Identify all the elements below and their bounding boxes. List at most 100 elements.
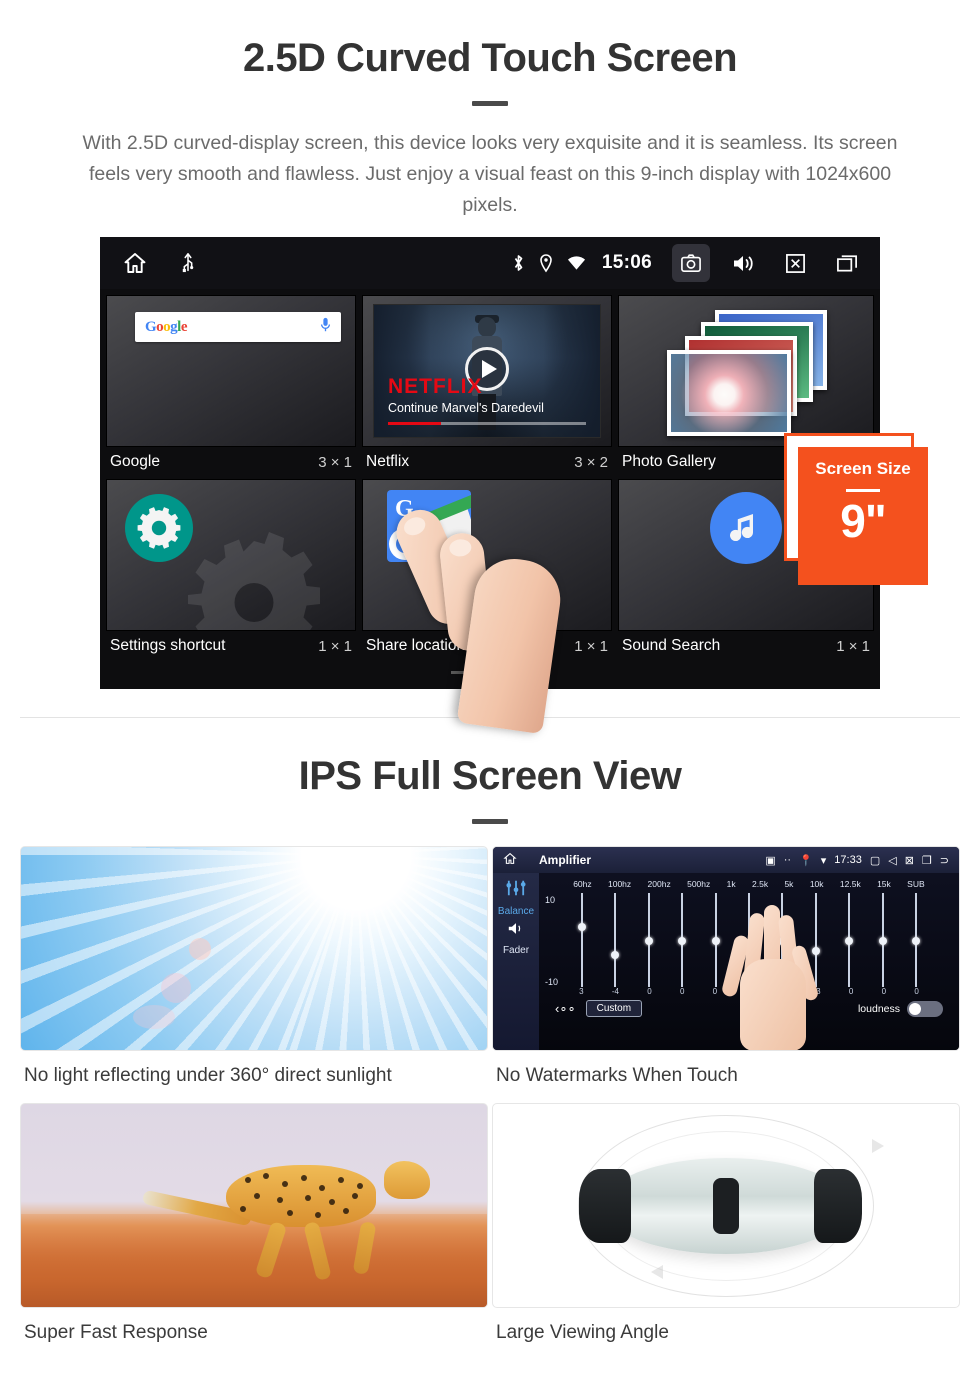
eq-slider[interactable] [878, 893, 887, 987]
camera-icon[interactable] [672, 244, 710, 282]
widget-label-row: Google 3 × 1 [106, 447, 356, 475]
google-search-bar[interactable]: Google [135, 312, 341, 342]
eq-slider[interactable] [845, 893, 854, 987]
balance-slider-icon[interactable] [505, 879, 527, 902]
page-indicator[interactable] [106, 663, 874, 674]
badge-underline [846, 489, 880, 492]
volume-icon[interactable] [724, 244, 762, 282]
volume-icon[interactable]: ◁ [888, 854, 896, 867]
lens-flare [188, 938, 211, 961]
google-maps-widget[interactable]: G [362, 479, 612, 631]
page-dot[interactable] [451, 671, 471, 674]
widget-label-row: Netflix 3 × 2 [362, 447, 612, 475]
equalizer-panel: 10 -10 60hz 100hz 200hz 500hz 1k 2.5k 5k… [539, 873, 959, 1050]
page-dot-active[interactable] [509, 671, 529, 674]
section-divider [20, 717, 960, 718]
widget-name: Sound Search [622, 637, 721, 654]
eq-slider[interactable] [644, 893, 653, 987]
section-two-underline [472, 819, 508, 824]
settings-gear-icon[interactable] [125, 494, 193, 562]
widget-name: Settings shortcut [110, 637, 226, 654]
netflix-subtitle: Continue Marvel's Daredevil [388, 401, 544, 415]
eq-slider[interactable] [577, 893, 586, 987]
rotation-arrow [872, 1138, 885, 1153]
person-avatar-icon [389, 528, 421, 560]
feature-caption: Super Fast Response [24, 1322, 208, 1343]
home-icon[interactable] [122, 251, 148, 275]
fader-label[interactable]: Fader [503, 945, 529, 956]
settings-gear-widget[interactable] [106, 479, 356, 631]
maps-icon[interactable]: G [387, 490, 471, 562]
eq-slider[interactable] [912, 893, 921, 987]
widget-name: Google [110, 453, 160, 470]
feature-caption: No light reflecting under 360° direct su… [24, 1065, 392, 1086]
widget-netflix[interactable]: NETFLIX Continue Marvel's Daredevil Netf… [362, 295, 612, 475]
camera-icon[interactable]: ▢ [870, 854, 880, 867]
widget-settings-shortcut[interactable]: Settings shortcut 1 × 1 [106, 479, 356, 659]
google-search-widget[interactable]: Google [106, 295, 356, 447]
eq-slider[interactable] [744, 893, 753, 987]
widget-size: 1 × 1 [836, 637, 870, 655]
widget-google[interactable]: Google Google 3 × 1 [106, 295, 356, 475]
band-label: 5k [784, 879, 794, 889]
music-note-icon[interactable] [710, 492, 782, 564]
band-value: 0 [881, 987, 887, 996]
band-value: 0 [848, 987, 854, 996]
eq-slider[interactable] [678, 893, 687, 987]
widget-label-row: Share location 1 × 1 [362, 631, 612, 659]
close-box-icon[interactable] [776, 244, 814, 282]
widget-size: 3 × 2 [574, 453, 608, 471]
location-pin-icon[interactable] [539, 253, 553, 273]
google-logo-letter: G [145, 318, 157, 335]
microphone-icon[interactable] [320, 317, 331, 338]
wifi-icon[interactable]: ▾ [821, 854, 827, 867]
photo-gallery-widget[interactable] [618, 295, 874, 447]
band-label: 10k [809, 879, 824, 889]
fader-speaker-icon[interactable] [507, 921, 525, 941]
gallery-icon[interactable]: ▣ [765, 854, 775, 867]
band-label: 12.5k [839, 879, 861, 889]
eq-slider[interactable] [778, 893, 787, 987]
ips-screen-section: IPS Full Screen View No light reflecting… [0, 718, 980, 1356]
scale-bottom-value: -10 [545, 977, 559, 987]
back-arrow-icon[interactable]: ‹∘∘ [555, 1001, 576, 1017]
usb-icon[interactable] [180, 252, 196, 274]
sun-rays [21, 847, 487, 1050]
widget-grid: Google Google 3 × 1 NETFLIX Continue Mar… [100, 289, 880, 674]
loudness-control[interactable]: loudness [858, 1000, 943, 1017]
widget-share-location[interactable]: G Share location 1 × 1 [362, 479, 612, 659]
band-label: 500hz [687, 879, 711, 889]
eq-slider[interactable] [611, 893, 620, 987]
close-box-icon[interactable]: ⊠ [905, 854, 914, 867]
balance-label[interactable]: Balance [498, 906, 534, 917]
netflix-widget[interactable]: NETFLIX Continue Marvel's Daredevil [362, 295, 612, 447]
band-label: 2.5k [752, 879, 769, 889]
eq-slider[interactable] [711, 893, 720, 987]
feature-viewing-angle: Large Viewing Angle [492, 1103, 960, 1356]
car-windshield [578, 1168, 631, 1243]
netflix-logo: NETFLIX [388, 375, 483, 398]
car-roof-panel [713, 1177, 739, 1234]
loudness-toggle[interactable] [907, 1000, 943, 1017]
eq-slider[interactable] [811, 893, 820, 987]
widget-row-2: Settings shortcut 1 × 1 G Share location… [106, 479, 874, 659]
more-icon[interactable]: ·· [784, 854, 791, 866]
home-icon[interactable] [503, 852, 517, 868]
bluetooth-icon[interactable] [512, 253, 525, 273]
recents-icon[interactable] [828, 244, 866, 282]
page-dot[interactable] [480, 671, 500, 674]
band-value: 0 [647, 987, 652, 996]
desert-sand [21, 1213, 487, 1307]
band-label: 1k [726, 879, 736, 889]
car-rear-window [813, 1168, 862, 1243]
band-value: 0 [679, 987, 685, 996]
widget-size: 3 × 1 [318, 453, 352, 471]
wifi-icon[interactable] [567, 255, 586, 271]
band-label: 60hz [573, 879, 592, 889]
recents-icon[interactable]: ❐ [922, 854, 932, 867]
location-pin-icon[interactable]: 📍 [799, 854, 813, 867]
preset-button[interactable]: Custom [585, 1000, 643, 1017]
back-arrow-icon[interactable]: ⊃ [940, 854, 949, 867]
android-head-unit-screen: 15:06 Google Google 3 × 1 NETFLIX Contin… [100, 237, 880, 689]
band-value: 0 [914, 987, 919, 996]
